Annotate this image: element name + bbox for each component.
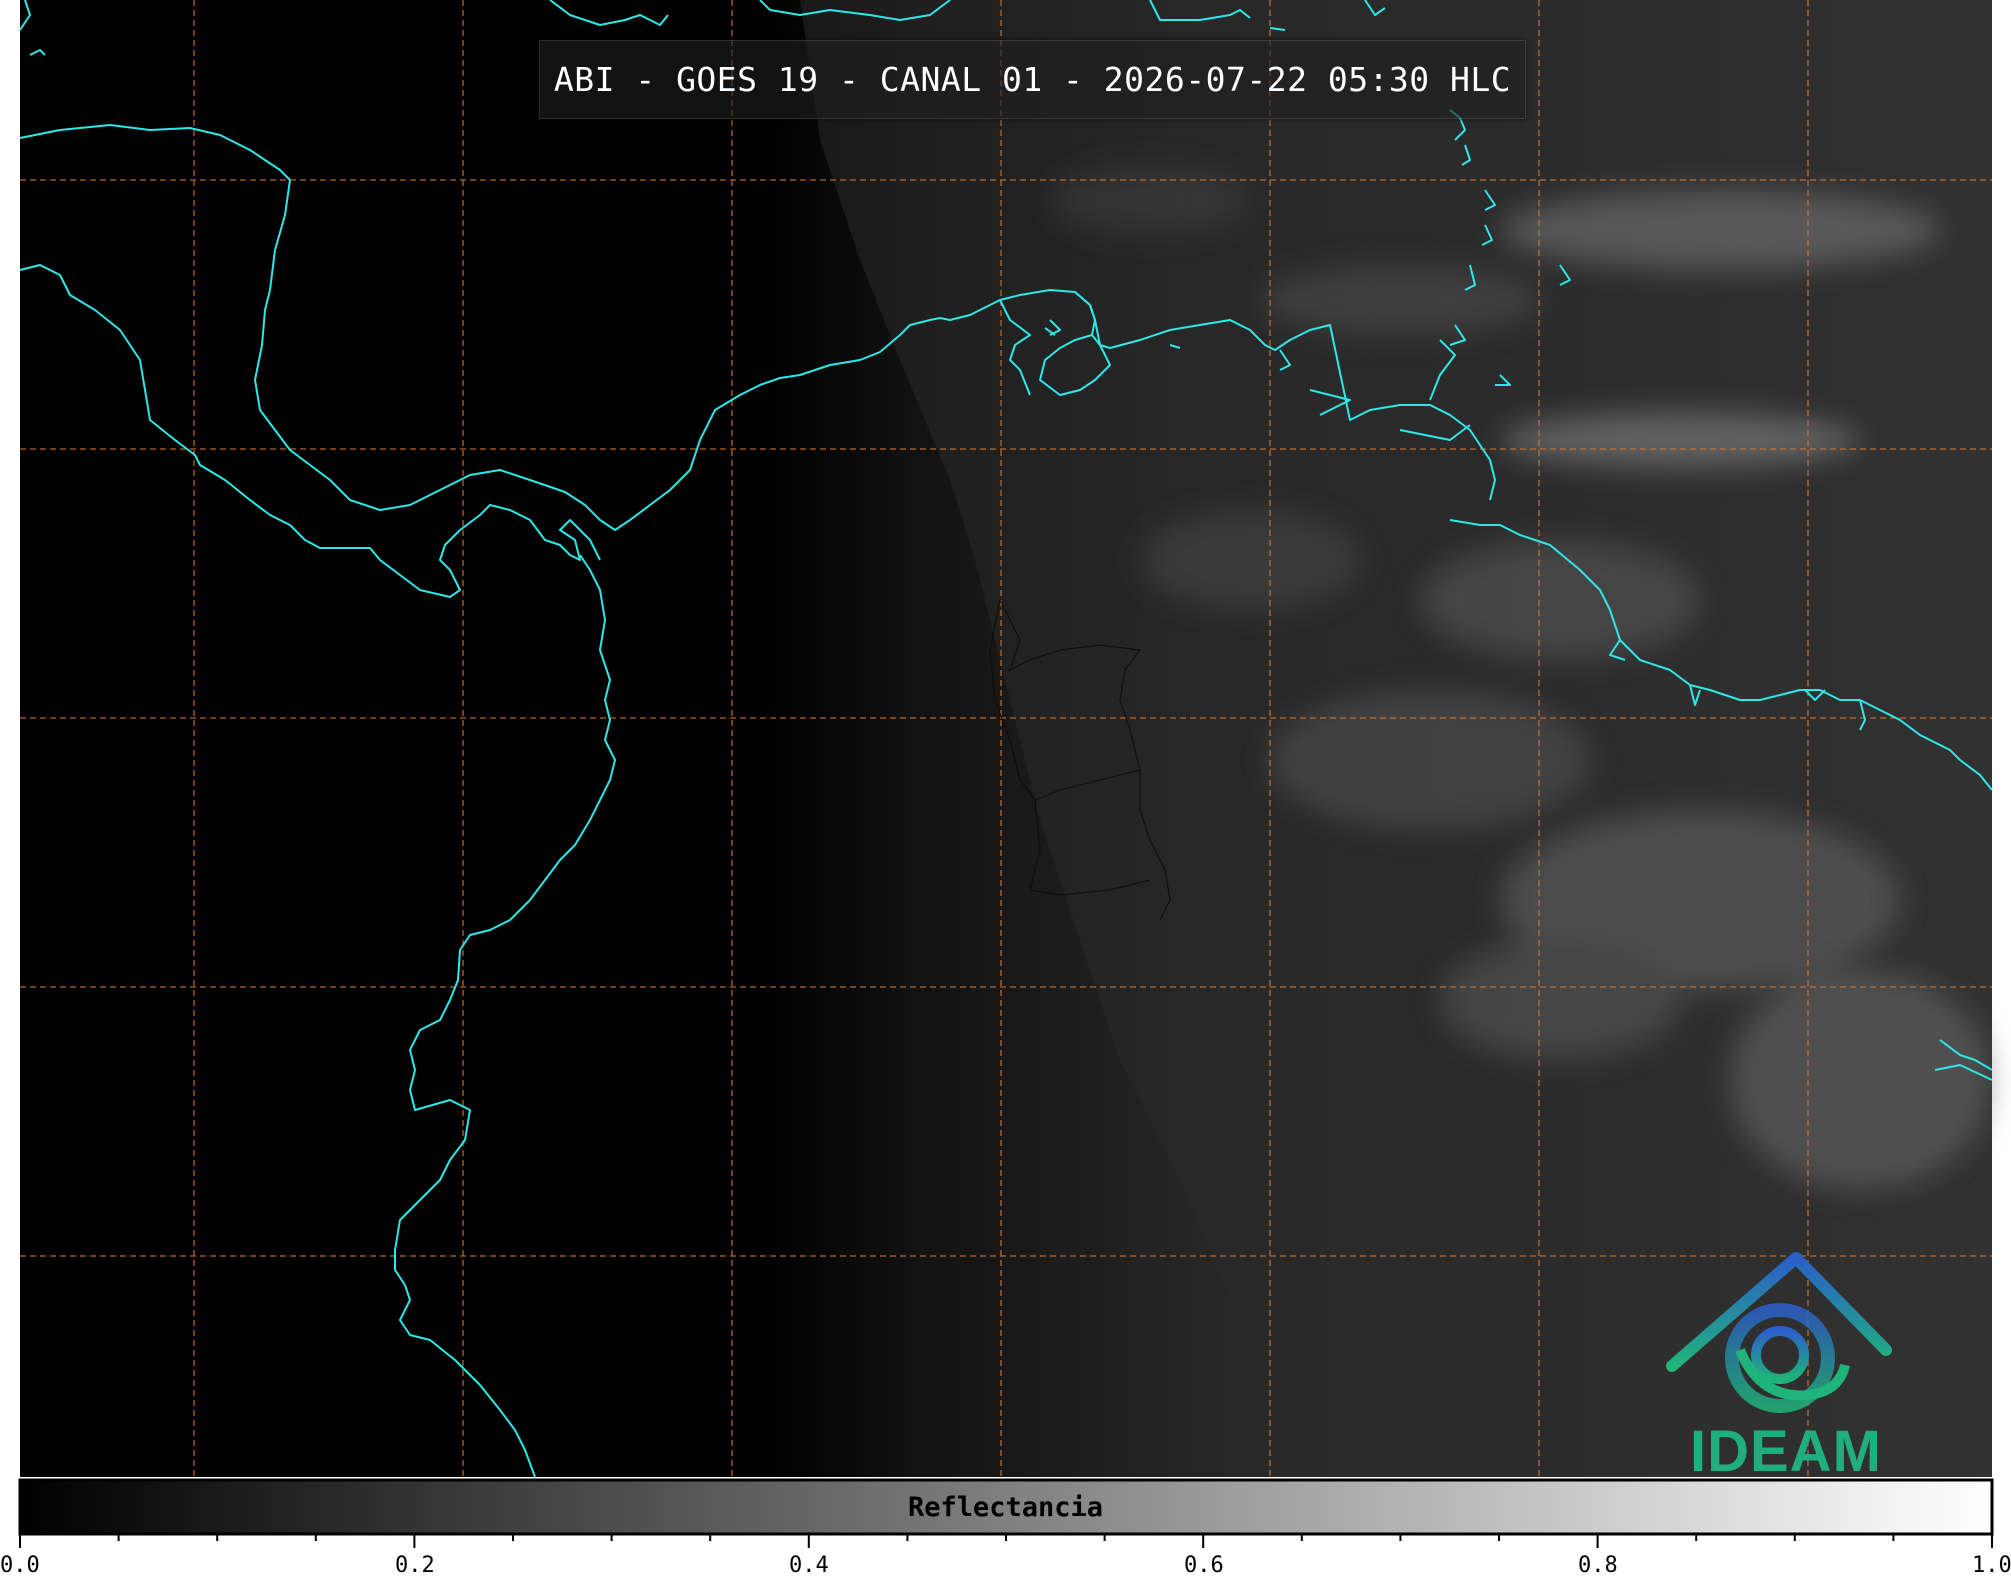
colorbar-label: Reflectancia — [907, 1491, 1104, 1523]
colorbar-tick-label: 0.4 — [789, 1553, 829, 1578]
colorbar-ticks — [19, 1534, 1993, 1548]
colorbar-tick-label: 1.0 — [1972, 1553, 2011, 1578]
colorbar-tick-label: 0.2 — [395, 1553, 435, 1578]
map-title: ABI - GOES 19 - CANAL 01 - 2026-07-22 05… — [553, 60, 1512, 99]
satellite-map — [18, 0, 1994, 1548]
title-box: ABI - GOES 19 - CANAL 01 - 2026-07-22 05… — [539, 40, 1526, 119]
colorbar-tick-label: 0.6 — [1184, 1553, 1224, 1578]
ideam-logo-text: IDEAM — [1690, 1419, 1882, 1484]
colorbar-tick-label: 0.0 — [0, 1553, 40, 1578]
colorbar-tick-label: 0.8 — [1578, 1553, 1618, 1578]
